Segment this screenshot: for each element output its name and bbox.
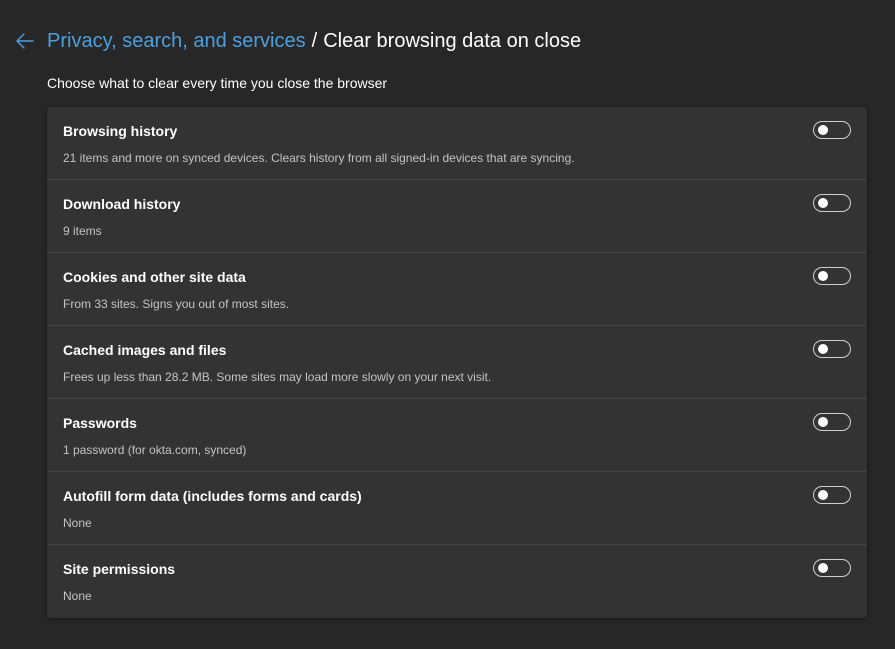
option-description: 9 items bbox=[63, 224, 102, 238]
settings-page: Privacy, search, and services / Clear br… bbox=[0, 0, 895, 649]
option-description: None bbox=[63, 516, 92, 530]
option-description: 1 password (for okta.com, synced) bbox=[63, 443, 247, 457]
cookies-toggle[interactable] bbox=[813, 267, 851, 285]
option-title: Browsing history bbox=[63, 123, 178, 139]
option-title: Site permissions bbox=[63, 561, 176, 577]
site-permissions-toggle[interactable] bbox=[813, 559, 851, 577]
option-description: Frees up less than 28.2 MB. Some sites m… bbox=[63, 370, 492, 384]
breadcrumb-separator: / bbox=[311, 29, 318, 52]
option-title: Passwords bbox=[63, 415, 137, 431]
cached-images-toggle[interactable] bbox=[813, 340, 851, 358]
option-title: Cached images and files bbox=[63, 342, 227, 358]
toggle-knob bbox=[818, 490, 828, 500]
back-button[interactable] bbox=[14, 30, 36, 52]
option-row-site-permissions: Site permissions None bbox=[47, 545, 867, 618]
option-row-cookies: Cookies and other site data From 33 site… bbox=[47, 253, 867, 326]
autofill-toggle[interactable] bbox=[813, 486, 851, 504]
download-history-toggle[interactable] bbox=[813, 194, 851, 212]
page-header: Privacy, search, and services / Clear br… bbox=[14, 27, 581, 55]
page-subtitle: Choose what to clear every time you clos… bbox=[47, 75, 388, 91]
option-title: Cookies and other site data bbox=[63, 269, 246, 285]
toggle-knob bbox=[818, 271, 828, 281]
breadcrumb-privacy-link[interactable]: Privacy, search, and services bbox=[47, 30, 306, 53]
clear-options-card: Browsing history 21 items and more on sy… bbox=[47, 107, 867, 618]
option-row-autofill: Autofill form data (includes forms and c… bbox=[47, 472, 867, 545]
option-description: From 33 sites. Signs you out of most sit… bbox=[63, 297, 290, 311]
toggle-knob bbox=[818, 563, 828, 573]
toggle-knob bbox=[818, 344, 828, 354]
option-title: Download history bbox=[63, 196, 181, 212]
arrow-left-icon bbox=[16, 33, 34, 49]
option-row-cached-images: Cached images and files Frees up less th… bbox=[47, 326, 867, 399]
browsing-history-toggle[interactable] bbox=[813, 121, 851, 139]
toggle-knob bbox=[818, 198, 828, 208]
passwords-toggle[interactable] bbox=[813, 413, 851, 431]
option-description: 21 items and more on synced devices. Cle… bbox=[63, 151, 575, 165]
toggle-knob bbox=[818, 125, 828, 135]
option-row-browsing-history: Browsing history 21 items and more on sy… bbox=[47, 107, 867, 180]
option-title: Autofill form data (includes forms and c… bbox=[63, 488, 362, 504]
option-row-download-history: Download history 9 items bbox=[47, 180, 867, 253]
toggle-knob bbox=[818, 417, 828, 427]
option-description: None bbox=[63, 589, 92, 603]
option-row-passwords: Passwords 1 password (for okta.com, sync… bbox=[47, 399, 867, 472]
page-title: Clear browsing data on close bbox=[323, 29, 582, 52]
